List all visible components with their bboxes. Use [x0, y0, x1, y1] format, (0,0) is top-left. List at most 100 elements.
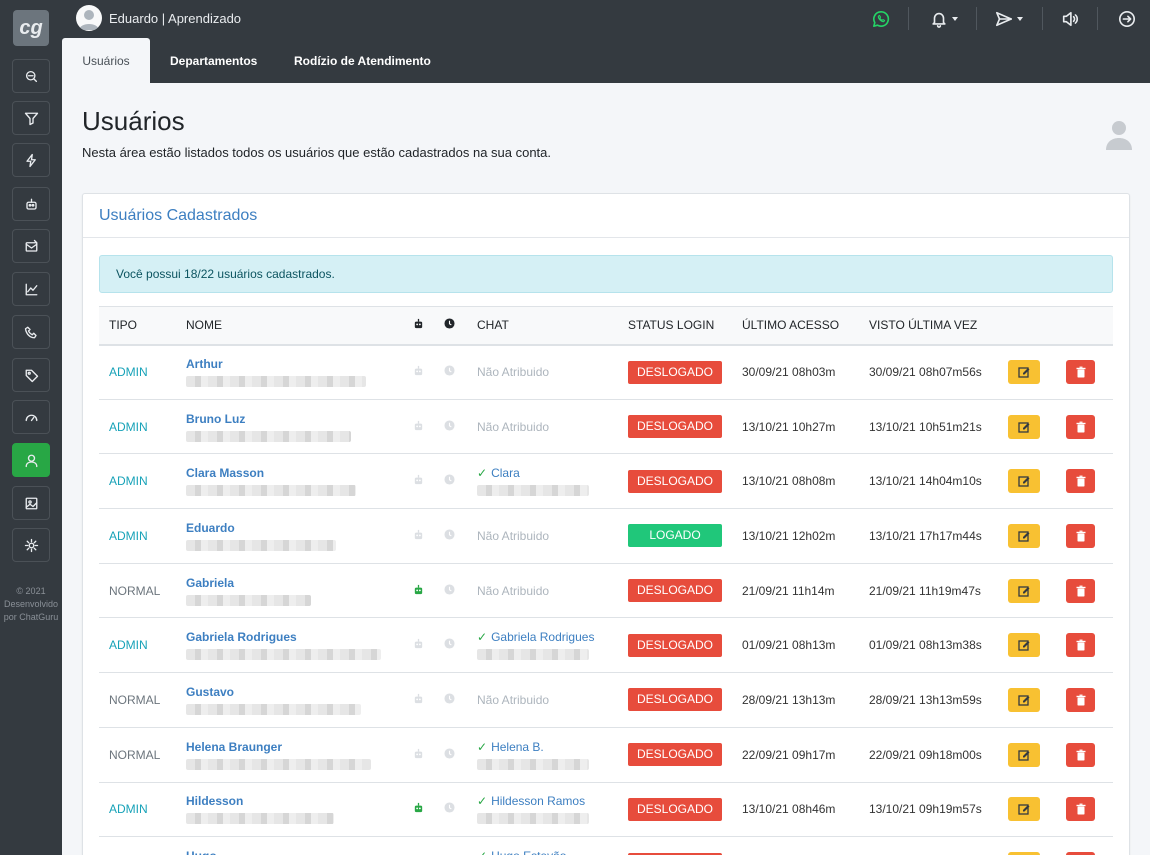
user-name[interactable]: Gabriela Rodrigues	[186, 630, 397, 644]
sidebar-item-user[interactable]	[12, 443, 50, 477]
delete-button[interactable]	[1066, 797, 1095, 822]
delete-button[interactable]	[1066, 469, 1095, 494]
robot-icon[interactable]	[413, 802, 424, 816]
sidebar-item-robot[interactable]	[12, 187, 50, 221]
edit-button[interactable]	[1008, 360, 1040, 385]
header-nome[interactable]: NOME	[176, 306, 407, 346]
robot-icon[interactable]	[413, 474, 424, 488]
clock-icon[interactable]	[444, 693, 455, 707]
user-type: NORMAL	[109, 692, 161, 707]
delete-button[interactable]	[1066, 360, 1095, 385]
robot-icon[interactable]	[413, 584, 424, 598]
cell-bot	[407, 672, 440, 728]
cell-delete	[1058, 672, 1113, 728]
clock-icon[interactable]	[444, 748, 455, 762]
header-status[interactable]: STATUS LOGIN	[618, 306, 732, 346]
robot-icon[interactable]	[413, 420, 424, 434]
header-ultimo[interactable]: ÚLTIMO ACESSO	[732, 306, 859, 346]
cell-ultimo: 13/10/21 08h08m	[732, 453, 859, 510]
user-name[interactable]: Gustavo	[186, 685, 397, 699]
clock-icon[interactable]	[444, 529, 455, 543]
edit-button[interactable]	[1008, 578, 1040, 603]
chat-assigned[interactable]: ✓ Helena B.	[477, 740, 544, 754]
delete-button[interactable]	[1066, 633, 1095, 658]
user-type: NORMAL	[109, 747, 161, 762]
status-badge: DESLOGADO	[628, 415, 722, 439]
sidebar-item-campaign[interactable]	[12, 229, 50, 263]
clock-icon[interactable]	[444, 474, 455, 488]
user-name[interactable]: Bruno Luz	[186, 412, 397, 426]
delete-button[interactable]	[1066, 687, 1095, 712]
user-name[interactable]: Clara Masson	[186, 466, 397, 480]
edit-button[interactable]	[1008, 687, 1040, 712]
header-tipo[interactable]: TIPO	[99, 306, 176, 346]
chat-assigned[interactable]: ✓ Hugo Estevão	[477, 849, 566, 855]
redacted-email	[186, 376, 366, 388]
robot-icon[interactable]	[413, 365, 424, 379]
cell-ultimo	[732, 836, 859, 855]
sidebar-item-funnel[interactable]	[12, 101, 50, 135]
sidebar-item-phone[interactable]	[12, 315, 50, 349]
edit-button[interactable]	[1008, 414, 1040, 439]
avatar[interactable]	[76, 5, 102, 31]
volume-icon[interactable]	[1061, 8, 1079, 30]
logout-icon[interactable]	[1118, 8, 1136, 30]
delete-button[interactable]	[1066, 742, 1095, 767]
header-visto[interactable]: VISTO ÚLTIMA VEZ	[859, 306, 1004, 346]
edit-button[interactable]	[1008, 633, 1040, 658]
whatsapp-icon[interactable]	[872, 8, 890, 30]
cell-visto: 28/09/21 13h13m59s	[859, 672, 1004, 728]
sidebar-item-gauge[interactable]	[12, 400, 50, 434]
bell-icon[interactable]	[930, 8, 958, 30]
sidebar-item-gear[interactable]	[12, 528, 50, 562]
chat-name: Helena B.	[491, 739, 544, 754]
clock-icon[interactable]	[444, 419, 455, 434]
clock-icon[interactable]	[444, 802, 455, 816]
user-name[interactable]: Hildesson	[186, 794, 397, 808]
user-name[interactable]: Hugo	[186, 849, 397, 855]
user-label[interactable]: Eduardo | Aprendizado	[109, 11, 241, 26]
sidebar-item-bolt[interactable]	[12, 143, 50, 177]
chat-assigned[interactable]: ✓ Clara	[477, 466, 520, 480]
send-icon[interactable]	[995, 8, 1023, 30]
cell-status: DESLOGADO	[618, 453, 732, 510]
delete-button[interactable]	[1066, 414, 1095, 439]
cell-visto: 22/09/21 09h18m00s	[859, 727, 1004, 783]
robot-icon[interactable]	[413, 638, 424, 652]
user-name[interactable]: Arthur	[186, 357, 397, 371]
robot-icon[interactable]	[413, 693, 424, 707]
user-name[interactable]: Eduardo	[186, 521, 397, 535]
chat-assigned[interactable]: ✓ Hildesson Ramos	[477, 794, 585, 808]
clock-icon[interactable]	[444, 365, 455, 379]
sidebar-item-tag[interactable]	[12, 358, 50, 392]
robot-icon[interactable]	[413, 748, 424, 762]
edit-button[interactable]	[1008, 523, 1040, 548]
user-icon	[25, 454, 37, 467]
tab-rodizio[interactable]: Rodízio de Atendimento	[294, 38, 431, 83]
cell-nome: Gabriela Rodrigues	[176, 617, 407, 674]
trash-icon	[1076, 694, 1085, 706]
tab-departamentos[interactable]: Departamentos	[170, 38, 257, 83]
user-name[interactable]: Helena Braunger	[186, 740, 397, 754]
tab-usuarios[interactable]: Usuários	[62, 38, 150, 83]
edit-button[interactable]	[1008, 742, 1040, 767]
header-chat[interactable]: CHAT	[467, 306, 618, 346]
clock-icon[interactable]	[444, 584, 455, 598]
sidebar-item-chart[interactable]	[12, 272, 50, 306]
sidebar-item-image[interactable]	[12, 486, 50, 520]
user-name[interactable]: Gabriela	[186, 576, 397, 590]
chevron-down-icon	[952, 17, 958, 21]
delete-button[interactable]	[1066, 523, 1095, 548]
chat-assigned[interactable]: ✓ Gabriela Rodrigues	[477, 630, 594, 644]
redacted-phone	[477, 813, 589, 825]
edit-button[interactable]	[1008, 469, 1040, 494]
sidebar-item-conversations[interactable]	[12, 59, 50, 93]
edit-button[interactable]	[1008, 797, 1040, 822]
redacted-email	[186, 430, 351, 442]
app-logo[interactable]: cg	[13, 10, 49, 46]
clock-icon[interactable]	[444, 638, 455, 652]
delete-button[interactable]	[1066, 578, 1095, 603]
robot-icon[interactable]	[413, 529, 424, 543]
bolt-icon	[25, 153, 36, 167]
header-delete	[1058, 306, 1113, 346]
